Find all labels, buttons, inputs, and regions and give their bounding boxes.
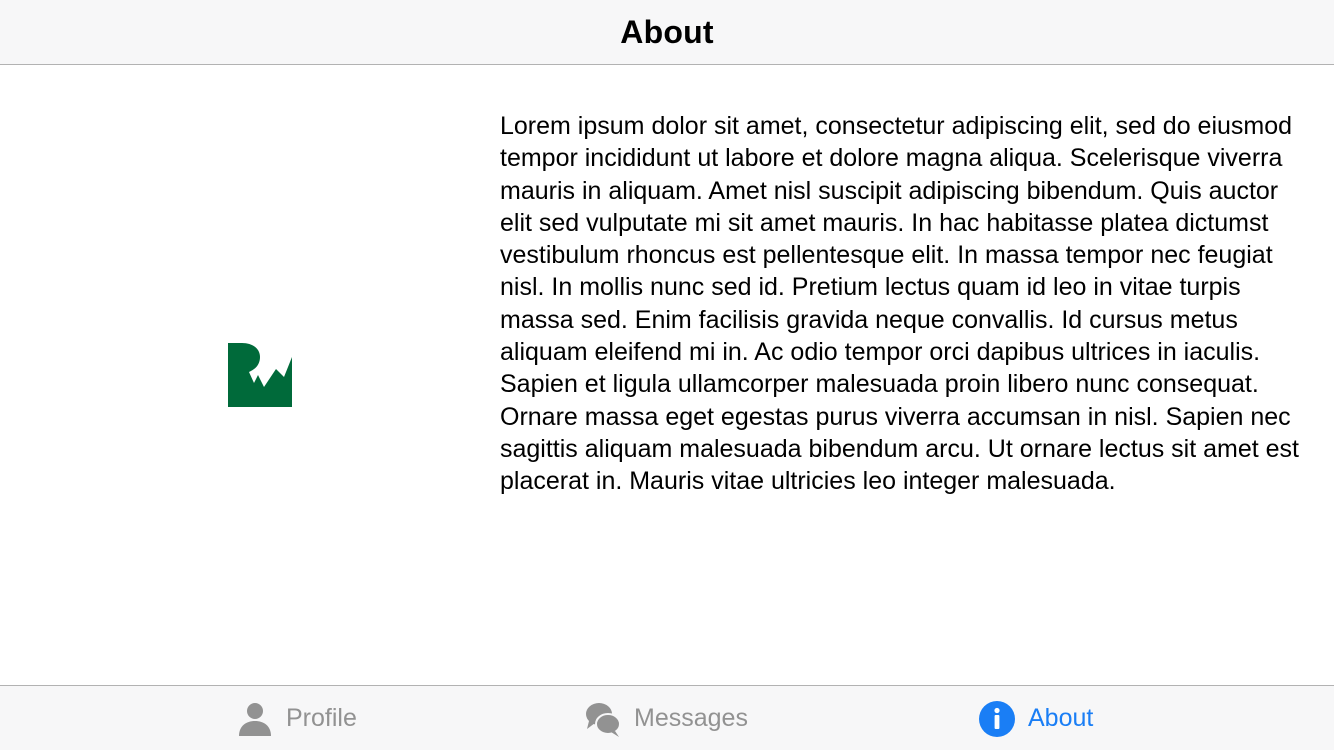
tab-about[interactable]: About xyxy=(978,686,1093,750)
tab-messages-label: Messages xyxy=(634,704,748,732)
person-icon xyxy=(239,702,271,736)
tab-messages[interactable]: Messages xyxy=(584,686,748,750)
rw-logo-icon xyxy=(228,343,292,407)
tab-bar: Profile Messages About xyxy=(0,685,1334,750)
chat-bubbles-icon xyxy=(586,702,621,737)
page-title: About xyxy=(620,13,714,50)
navigation-bar: About xyxy=(0,0,1334,65)
about-body-text: Lorem ipsum dolor sit amet, consectetur … xyxy=(500,112,1299,496)
info-icon xyxy=(979,700,1015,737)
about-screen: About Lorem ipsum dolor sit amet, consec… xyxy=(0,0,1334,750)
tab-profile[interactable]: Profile xyxy=(236,686,357,750)
tab-profile-label: Profile xyxy=(286,704,357,732)
tab-about-label: About xyxy=(1028,704,1094,732)
